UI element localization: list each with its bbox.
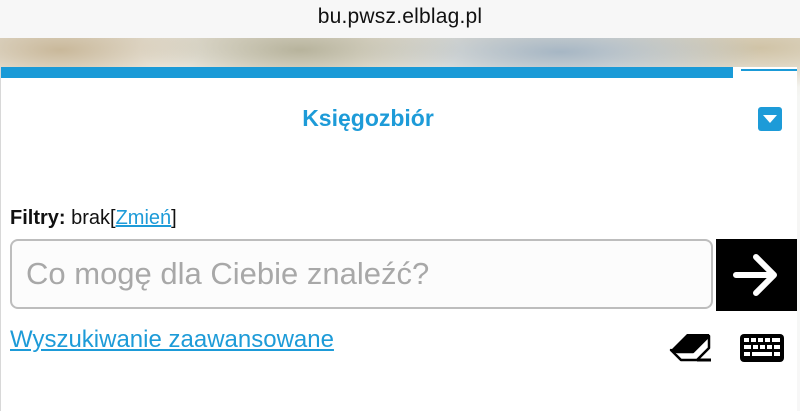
filters-value: brak: [71, 207, 111, 229]
filters-line: Filtry: brak[Zmień]: [10, 207, 177, 230]
search-input[interactable]: [10, 239, 713, 309]
progress-bar: [1, 67, 797, 78]
clear-search-button[interactable]: [668, 331, 714, 365]
browser-url[interactable]: bu.pwsz.elblag.pl: [318, 5, 483, 29]
chevron-down-icon: [763, 115, 777, 123]
change-filters-link[interactable]: Zmień: [116, 207, 172, 229]
filters-bracket-close: ]: [171, 207, 177, 229]
filters-label: Filtry:: [10, 207, 66, 229]
virtual-keyboard-button[interactable]: [738, 331, 786, 365]
page-title: Księgozbiór: [302, 105, 434, 131]
eraser-icon: [669, 334, 711, 362]
search-submit-button[interactable]: [716, 239, 797, 311]
progress-tail: [741, 69, 797, 71]
keyboard-icon: [740, 334, 784, 362]
collection-dropdown-button[interactable]: [758, 107, 782, 131]
arrow-right-icon: [732, 254, 777, 296]
advanced-search-link[interactable]: Wyszukiwanie zaawansowane: [10, 326, 334, 354]
progress-fill: [1, 67, 733, 78]
search-panel: Księgozbiór Filtry: brak[Zmień] Wyszukiw…: [0, 67, 797, 411]
browser-url-bar[interactable]: bu.pwsz.elblag.pl: [0, 0, 800, 38]
